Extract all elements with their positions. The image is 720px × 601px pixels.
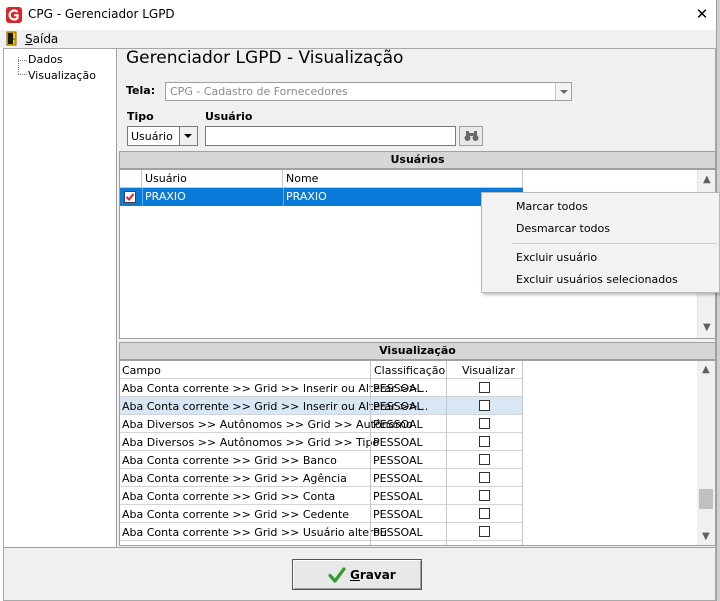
column-header-campo[interactable]: Campo	[122, 364, 161, 377]
visualizar-checkbox[interactable]	[479, 454, 490, 465]
close-button[interactable]: ✕	[692, 4, 712, 24]
visualizar-checkbox[interactable]	[479, 526, 490, 537]
search-button[interactable]	[459, 126, 483, 146]
cell-campo: Aba Conta corrente >> Grid >> Conta	[122, 490, 336, 503]
menu-bar	[0, 30, 716, 48]
chevron-down-icon[interactable]: ▼	[702, 531, 710, 542]
visualizar-checkbox[interactable]	[479, 400, 490, 411]
usuario-input[interactable]	[205, 126, 456, 146]
save-button-label: Gravar	[350, 568, 396, 582]
visualizar-checkbox[interactable]	[479, 472, 490, 483]
cell-classificacao: PESSOAL	[373, 490, 423, 503]
visualizar-checkbox[interactable]	[479, 508, 490, 519]
cell-classificacao: PESSOAL	[373, 436, 423, 449]
chevron-up-icon[interactable]: ▲	[702, 364, 710, 375]
tipo-label: Tipo	[127, 110, 154, 123]
column-divider	[522, 361, 523, 545]
app-logo-icon	[6, 7, 22, 23]
grid-header-row: Campo Classificação Visualizar	[120, 361, 523, 379]
visualizar-checkbox[interactable]	[479, 490, 490, 501]
table-row[interactable]: Aba Conta corrente >> Grid >> Agência PE…	[120, 469, 523, 487]
cell-classificacao: PESSOAL	[373, 382, 423, 395]
navigation-tree: Dados Visualização	[4, 49, 117, 547]
grid-header-checkbox	[120, 170, 142, 188]
column-divider	[446, 361, 447, 545]
table-row[interactable]: Aba Conta corrente >> Grid >> Conta PESS…	[120, 487, 523, 505]
visualizar-checkbox[interactable]	[479, 418, 490, 429]
tela-select[interactable]: CPG - Cadastro de Fornecedores	[165, 82, 572, 101]
cell-campo: Aba Conta corrente >> Grid >> Cedente	[122, 508, 350, 521]
menu-item-marcar-todos[interactable]: Marcar todos	[516, 200, 588, 213]
exit-menu[interactable]: Saída	[25, 32, 58, 46]
scrollbar-thumb[interactable]	[699, 489, 713, 509]
chevron-down-icon	[184, 134, 192, 138]
tipo-dropdown-button[interactable]	[179, 127, 197, 145]
column-header-usuario[interactable]: Usuário	[142, 170, 283, 188]
table-row[interactable]: Aba Diversos >> Autônomos >> Grid >> Tip…	[120, 433, 523, 451]
window-edge	[716, 0, 720, 601]
column-header-nome[interactable]: Nome	[283, 170, 523, 188]
visualizacao-panel-header: Visualização	[119, 342, 716, 360]
table-row[interactable]: Aba Conta corrente >> Grid >> Cedente PE…	[120, 505, 523, 523]
exit-door-icon	[6, 31, 17, 46]
user-row-checkbox[interactable]	[124, 191, 136, 203]
column-divider	[370, 361, 371, 545]
cell-campo: Aba Conta corrente >> Grid >> Banco	[122, 454, 337, 467]
exit-menu-label: aída	[32, 32, 59, 46]
table-row[interactable]: Aba Conta corrente >> Grid >> Inserir ou…	[120, 379, 523, 397]
table-row[interactable]: Aba Conta corrente >> Grid >> Usuário al…	[120, 523, 523, 541]
tree-item-dados[interactable]: Dados	[16, 53, 63, 66]
cell-classificacao: PESSOAL	[373, 508, 423, 521]
chevron-down-icon[interactable]: ▼	[703, 322, 711, 333]
visualizacao-scrollbar[interactable]: ▲ ▼	[697, 361, 715, 545]
cell-campo: Aba Diversos >> Autônomos >> Grid >> Tip…	[122, 436, 380, 449]
cell-classificacao: PESSOAL	[373, 418, 423, 431]
window-title: CPG - Gerenciador LGPD	[28, 7, 175, 21]
table-row[interactable]: Aba Diversos >> Autônomos >> Grid >> Aut…	[120, 415, 523, 433]
menu-item-desmarcar-todos[interactable]: Desmarcar todos	[516, 222, 610, 235]
save-label-rest: ravar	[359, 568, 396, 582]
menu-separator	[512, 243, 717, 244]
cell-nome: PRAXIO	[286, 190, 327, 203]
context-menu: Marcar todos Desmarcar todos Excluir usu…	[481, 192, 720, 293]
binoculars-icon	[464, 131, 479, 141]
chevron-up-icon[interactable]: ▲	[703, 174, 711, 185]
menu-item-excluir-usuario[interactable]: Excluir usuário	[516, 251, 597, 264]
exit-menu-mnemonic: S	[25, 32, 33, 46]
table-row[interactable]: Aba Conta corrente >> Grid >> Banco PESS…	[120, 451, 523, 469]
tela-label: Tela:	[126, 84, 156, 97]
cell-classificacao: PESSOAL	[373, 526, 423, 539]
cell-usuario: PRAXIO	[145, 190, 186, 203]
table-row[interactable]: Aba Conta corrente >> Grid >> Inserir ou…	[120, 397, 523, 415]
visualizacao-grid: Campo Classificação Visualizar Aba Conta…	[119, 360, 716, 546]
save-button[interactable]: Gravar	[292, 559, 422, 590]
visualizar-checkbox[interactable]	[479, 382, 490, 393]
cell-divider	[142, 188, 143, 206]
usuarios-panel-header: Usuários	[119, 151, 716, 169]
save-mnemonic: G	[350, 568, 360, 582]
usuario-label: Usuário	[205, 110, 253, 123]
cell-classificacao: PESSOAL	[373, 400, 423, 413]
cell-classificacao: PESSOAL	[373, 454, 423, 467]
column-header-visualizar[interactable]: Visualizar	[462, 364, 515, 377]
cell-divider	[283, 188, 284, 206]
tela-dropdown-button[interactable]	[555, 83, 571, 100]
cell-campo: Aba Conta corrente >> Grid >> Usuário al…	[122, 526, 387, 539]
checkmark-icon	[125, 193, 135, 201]
menu-item-excluir-selecionados[interactable]: Excluir usuários selecionados	[516, 273, 678, 286]
page-title: Gerenciador LGPD - Visualização	[126, 48, 404, 68]
cell-classificacao: PESSOAL	[373, 472, 423, 485]
tree-item-visualizacao[interactable]: Visualização	[16, 69, 96, 82]
green-check-icon	[328, 567, 346, 583]
column-header-classificacao[interactable]: Classificação	[374, 364, 445, 377]
cell-campo: Aba Conta corrente >> Grid >> Agência	[122, 472, 347, 485]
visualizar-checkbox[interactable]	[479, 436, 490, 447]
chevron-down-icon	[560, 90, 568, 94]
